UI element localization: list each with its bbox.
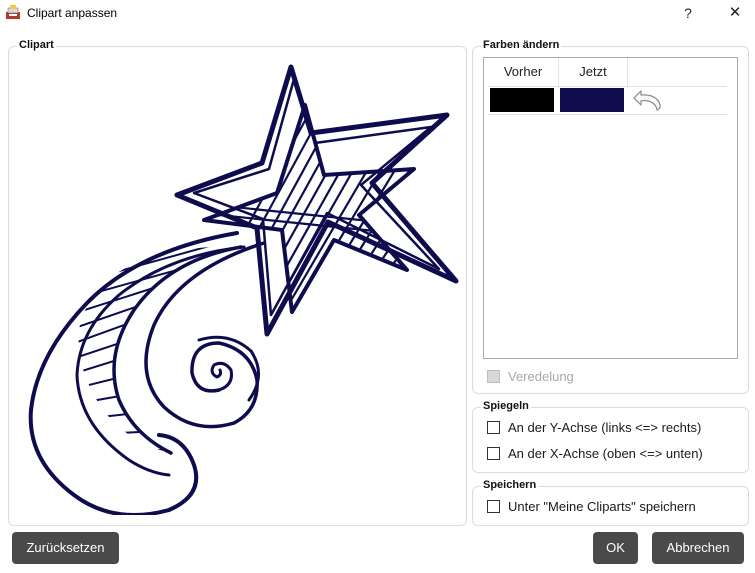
column-header-blank xyxy=(628,58,727,87)
save-clipart-label: Unter "Meine Cliparts" speichern xyxy=(508,499,696,514)
mirror-x-checkbox[interactable] xyxy=(487,447,500,461)
reset-button[interactable]: Zurücksetzen xyxy=(12,532,119,564)
clipart-group-label: Clipart xyxy=(17,39,56,51)
title-bar: Clipart anpassen ? ✕ xyxy=(0,0,755,28)
window-title: Clipart anpassen xyxy=(27,6,118,20)
mirror-group-label: Spiegeln xyxy=(481,400,531,412)
save-group-label: Speichern xyxy=(481,479,539,491)
veredelung-label: Veredelung xyxy=(508,369,574,384)
colors-group: Farben ändern Vorher Jetzt Veredelung xyxy=(472,39,749,394)
undo-arrow-icon[interactable] xyxy=(630,88,664,112)
mirror-x-label: An der X-Achse (oben <=> unten) xyxy=(508,446,703,461)
veredelung-checkbox[interactable] xyxy=(487,370,500,384)
veredelung-row: Veredelung xyxy=(487,368,574,386)
save-clipart-checkbox[interactable] xyxy=(487,500,500,514)
save-group: Speichern Unter "Meine Cliparts" speiche… xyxy=(472,479,749,526)
mirror-y-checkbox[interactable] xyxy=(487,421,500,435)
color-swatch-before xyxy=(490,88,554,112)
mirror-group: Spiegeln An der Y-Achse (links <=> recht… xyxy=(472,400,749,473)
table-row-divider xyxy=(488,114,727,115)
column-header-before: Vorher xyxy=(488,58,559,87)
shooting-star-clipart xyxy=(28,64,459,515)
ok-button[interactable]: OK xyxy=(593,532,638,564)
column-header-after: Jetzt xyxy=(559,58,628,87)
save-clipart-row: Unter "Meine Cliparts" speichern xyxy=(487,498,696,516)
app-icon xyxy=(6,5,20,19)
colors-group-label: Farben ändern xyxy=(481,39,562,51)
help-button[interactable]: ? xyxy=(668,2,708,24)
color-table: Vorher Jetzt xyxy=(483,57,738,359)
cancel-button[interactable]: Abbrechen xyxy=(652,532,744,564)
mirror-x-row: An der X-Achse (oben <=> unten) xyxy=(487,445,703,463)
mirror-y-row: An der Y-Achse (links <=> rechts) xyxy=(487,419,701,437)
close-button[interactable]: ✕ xyxy=(715,2,755,24)
mirror-y-label: An der Y-Achse (links <=> rechts) xyxy=(508,420,702,435)
clipart-group: Clipart xyxy=(8,39,467,526)
color-swatch-after[interactable] xyxy=(560,88,624,112)
